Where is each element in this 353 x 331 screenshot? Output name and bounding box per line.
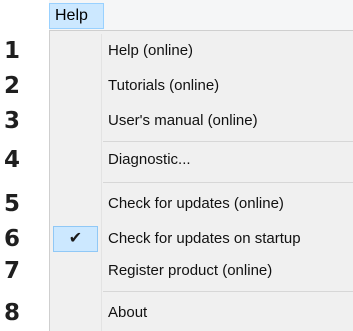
menu-item-label: About [108, 304, 148, 321]
annotation-number: 4 [4, 147, 21, 173]
annotation-number: 3 [4, 108, 21, 134]
menu-item-label: Check for updates (online) [108, 195, 284, 212]
menu-item-check-updates-on-startup[interactable]: ✔ Check for updates on startup [50, 224, 353, 254]
menu-item-diagnostic[interactable]: Diagnostic... [50, 145, 353, 175]
menu-item-label: Diagnostic... [108, 151, 191, 168]
check-indicator: ✔ [53, 226, 98, 252]
annotation-number: 6 [4, 226, 21, 252]
checkmark-icon: ✔ [68, 230, 83, 247]
menu-item-label: Check for updates on startup [108, 230, 301, 247]
annotation-number: 1 [4, 38, 21, 64]
menu-item-label: User's manual (online) [108, 112, 258, 129]
menu-item-tutorials-online[interactable]: Tutorials (online) [50, 71, 353, 101]
menu-item-register-product-online[interactable]: Register product (online) [50, 256, 353, 286]
menu-item-label: Register product (online) [108, 262, 273, 279]
menu-item-about[interactable]: About [50, 298, 353, 328]
menu-item-help-online[interactable]: Help (online) [50, 36, 353, 66]
menu-help[interactable]: Help [49, 3, 104, 29]
menu-separator [103, 141, 353, 142]
menu-item-users-manual-online[interactable]: User's manual (online) [50, 106, 353, 136]
menu-separator [103, 291, 353, 292]
annotation-number: 5 [4, 191, 21, 217]
annotation-number: 2 [4, 73, 21, 99]
menu-item-label: Tutorials (online) [108, 77, 220, 94]
menu-item-check-for-updates-online[interactable]: Check for updates (online) [50, 189, 353, 219]
menu-separator [103, 182, 353, 183]
annotation-number: 7 [4, 258, 21, 284]
annotation-number: 8 [4, 300, 21, 326]
menu-item-label: Help (online) [108, 42, 194, 59]
